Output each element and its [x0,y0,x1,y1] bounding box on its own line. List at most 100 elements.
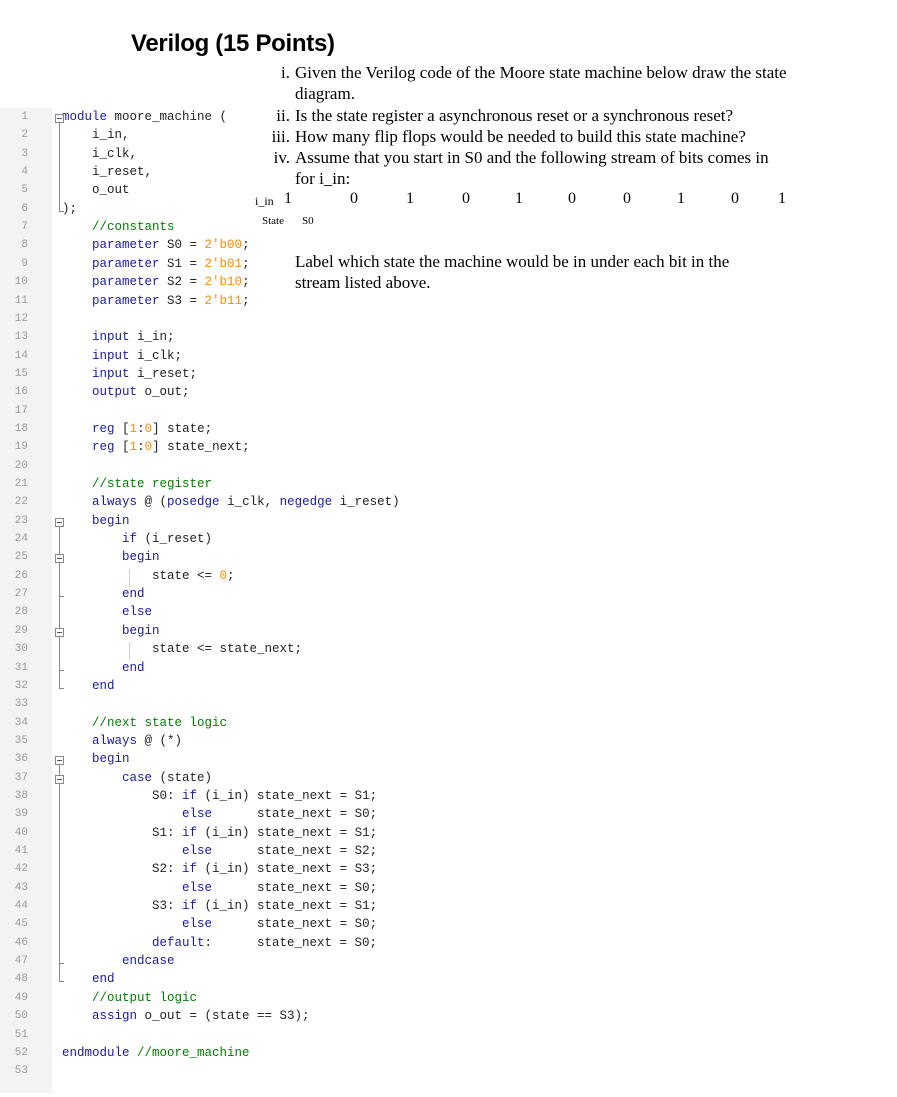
code-line: endmodule //moore_machine [62,1045,250,1060]
code-line: S3: if (i_in) state_next = S1; [62,899,378,914]
fold-end [59,669,64,671]
line-number: 26 [14,569,28,582]
stream-bit: 0 [568,190,576,207]
fold-guide [59,636,60,670]
line-number: 3 [21,147,28,160]
question-ii: ii. Is the state register a asynchronous… [276,105,805,126]
question-text: Given the Verilog code of the Moore stat… [295,63,787,103]
stream-bit: 1 [677,190,685,207]
line-number: 27 [14,588,28,601]
question-number: i. [281,63,290,82]
code-line: //next state logic [92,715,228,730]
indent-guide [129,642,130,661]
line-number: 37 [14,771,28,784]
code-line: state <= state_next; [62,642,303,657]
fold-end [59,687,64,689]
code-line: else state_next = S2; [182,844,378,858]
code-line: begin [92,513,130,528]
question-text: Is the state register a asynchronous res… [295,106,734,125]
code-line: case (state) [122,770,213,785]
line-number: 21 [14,478,28,490]
code-line: else state_next = S0; [182,880,378,895]
line-number: 38 [14,789,28,802]
line-number: 34 [14,716,28,729]
stream-bit: 0 [350,190,358,207]
line-number: 19 [14,441,28,454]
stream-bit: 1 [284,190,292,207]
line-number: 6 [21,202,28,215]
fold-end [59,981,64,983]
fold-toggle-icon[interactable] [55,627,64,637]
code-line: o_out [62,183,130,198]
line-number: 22 [14,496,28,509]
code-line: else state_next = S0; [182,917,378,932]
fold-guide [59,783,60,964]
code-line: i_clk, [62,146,138,161]
code-line: else state_next = S0; [182,807,378,822]
line-number: 46 [14,936,28,949]
question-iv: iv. Assume that you start in S0 and the … [274,147,790,189]
code-line: end [122,587,145,602]
fold-toggle-icon[interactable] [55,554,64,564]
line-number: 52 [14,1046,28,1059]
question-text: Assume that you start in S0 and the foll… [295,148,769,188]
code-line: parameter S2 = 2'b10; [92,275,250,290]
line-number: 4 [21,166,28,179]
code-line: assign o_out = (state == S3); [92,1009,310,1024]
line-number: 18 [14,422,28,435]
code-line: output o_out; [92,385,190,400]
line-number: 39 [14,808,28,821]
line-number: 9 [21,257,28,270]
code-line: reg [1:0] state; [92,421,213,436]
line-number: 16 [14,386,28,399]
question-iii: iii. How many flip flops would be needed… [272,126,805,147]
line-number: 23 [14,514,28,527]
line-number: 30 [14,643,28,656]
code-line: //state register [92,477,213,491]
code-line: //constants [92,220,175,235]
line-number: 28 [14,606,28,619]
state-label: State [262,215,284,227]
question-text: How many flip flops would be needed to b… [295,127,746,146]
line-number: 41 [14,845,28,857]
line-number: 43 [14,881,28,894]
line-number: 8 [21,239,28,252]
line-number: 5 [21,184,28,197]
line-number: 12 [14,312,28,325]
fold-toggle-icon[interactable] [55,517,64,527]
question-i: i. Given the Verilog code of the Moore s… [281,62,805,104]
line-number: 25 [14,551,28,564]
code-line: S0: if (i_in) state_next = S1; [62,788,378,803]
code-line: input i_reset; [92,366,198,381]
line-number: 50 [14,1010,28,1023]
code-line: ); [62,201,78,216]
code-line: i_reset, [62,165,153,180]
code-line: begin [92,752,130,767]
stream-bit: 0 [731,190,739,207]
code-line: begin [122,623,160,638]
fold-toggle-icon[interactable] [55,114,64,123]
line-number: 35 [14,734,28,747]
line-number: 49 [14,991,28,1004]
question-number: ii. [276,106,290,125]
line-number: 31 [14,661,28,674]
code-line: parameter S1 = 2'b01; [92,256,250,271]
code-line: state <= 0; [62,568,235,583]
fold-toggle-icon[interactable] [55,774,64,784]
code-line: parameter S0 = 2'b00; [92,238,250,253]
line-number: 17 [14,404,28,417]
question-number: iv. [273,148,290,167]
line-number: 42 [14,863,28,876]
fold-toggle-icon[interactable] [55,756,64,766]
code-line: default: state_next = S0; [152,935,378,950]
line-number: 10 [14,276,28,289]
code-line: reg [1:0] state_next; [92,440,250,455]
line-number: 40 [14,826,28,839]
question-number: iii. [271,127,290,146]
code-line: always @ (*) [92,733,183,748]
state-start: S0 [302,215,314,227]
stream-bit: 1 [778,190,786,207]
line-number: 32 [14,679,28,692]
code-line: S1: if (i_in) state_next = S1; [62,825,378,840]
code-line: else [122,605,153,620]
